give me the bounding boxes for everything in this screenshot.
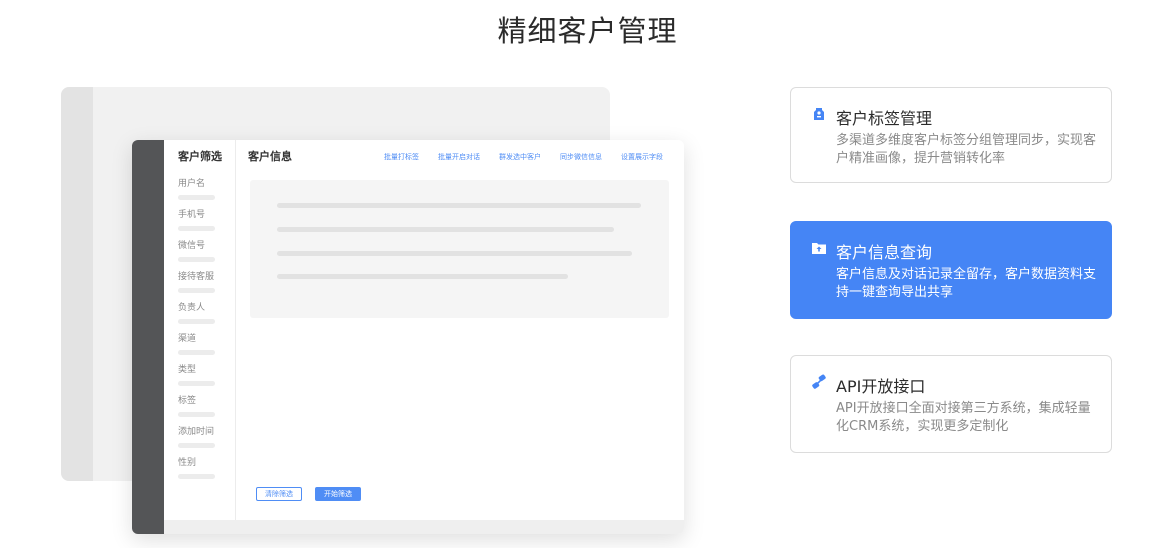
filter-label: 类型 (178, 365, 197, 375)
filter-item[interactable]: 用户名 (178, 178, 228, 209)
feature-card-tag-management[interactable]: 客户标签管理 多渠道多维度客户标签分组管理同步，实现客户精准画像，提升营销转化率 (790, 87, 1112, 183)
filter-item[interactable]: 负责人 (178, 302, 228, 333)
filter-item[interactable]: 渠道 (178, 333, 228, 364)
filter-item[interactable]: 性别 (178, 457, 228, 488)
card-title: 客户信息查询 (836, 243, 933, 262)
filter-input[interactable] (178, 412, 215, 417)
filter-input[interactable] (178, 226, 215, 231)
filter-input[interactable] (178, 288, 215, 293)
filter-input[interactable] (178, 350, 215, 355)
filter-item[interactable]: 标签 (178, 395, 228, 426)
filter-item[interactable]: 微信号 (178, 240, 228, 271)
feature-card-api[interactable]: API开放接口 API开放接口全面对接第三方系统，集成轻量化CRM系统，实现更多… (790, 355, 1112, 453)
window-footer-bar (164, 520, 684, 534)
filter-list: 用户名 手机号 微信号 接待客服 负责人 渠道 类型 标签 添加时间 性别 (178, 178, 228, 488)
tag-icon (814, 108, 824, 120)
filter-label: 手机号 (178, 210, 206, 220)
filter-item[interactable]: 添加时间 (178, 426, 228, 457)
folder-upload-icon (812, 243, 826, 254)
window-sidebar-strip (132, 140, 164, 534)
sync-wechat-link[interactable]: 同步微信信息 (560, 152, 602, 162)
card-title: API开放接口 (836, 377, 926, 396)
section-title: 精细客户管理 (497, 14, 678, 48)
page: 精细客户管理 客户筛选 用户名 手机号 微信号 接待客服 负责人 渠道 类型 标… (0, 0, 1163, 548)
clear-filter-button[interactable]: 清除筛选 (256, 487, 302, 501)
filter-label: 负责人 (178, 303, 206, 313)
customer-info-panel (250, 180, 669, 318)
display-fields-link[interactable]: 设置展示字段 (621, 152, 663, 162)
filter-label: 用户名 (178, 179, 206, 189)
mass-message-link[interactable]: 群发选中客户 (499, 152, 541, 162)
filter-input[interactable] (178, 195, 215, 200)
filter-input[interactable] (178, 474, 215, 479)
feature-card-info-query[interactable]: 客户信息查询 客户信息及对话记录全留存，客户数据资料支持一键查询导出共享 (790, 221, 1112, 319)
card-description: API开放接口全面对接第三方系统，集成轻量化CRM系统，实现更多定制化 (836, 401, 1091, 434)
start-filter-button[interactable]: 开始筛选 (315, 487, 361, 501)
placeholder-line (277, 274, 568, 279)
customer-window-mockup: 客户筛选 用户名 手机号 微信号 接待客服 负责人 渠道 类型 标签 添加时间 … (132, 140, 684, 534)
filter-label: 添加时间 (178, 427, 215, 437)
filter-panel-title: 客户筛选 (178, 150, 222, 163)
batch-tag-link[interactable]: 批量打标签 (384, 152, 419, 162)
placeholder-line (277, 227, 614, 232)
card-description: 客户信息及对话记录全留存，客户数据资料支持一键查询导出共享 (836, 267, 1097, 300)
placeholder-line (277, 203, 641, 208)
placeholder-line (277, 251, 632, 256)
filter-input[interactable] (178, 257, 215, 262)
filter-item[interactable]: 类型 (178, 364, 228, 395)
filter-item[interactable]: 接待客服 (178, 271, 228, 302)
filter-input[interactable] (178, 319, 215, 324)
card-title: 客户标签管理 (836, 109, 933, 128)
panel-divider (235, 140, 236, 520)
background-window-sidebar (61, 87, 93, 481)
filter-label: 性别 (178, 458, 197, 468)
link-icon (812, 374, 826, 389)
customer-info-title: 客户信息 (248, 150, 292, 163)
filter-label: 接待客服 (178, 272, 215, 282)
batch-open-chat-link[interactable]: 批量开启对话 (438, 152, 480, 162)
filter-label: 微信号 (178, 241, 206, 251)
card-description: 多渠道多维度客户标签分组管理同步，实现客户精准画像，提升营销转化率 (836, 133, 1097, 166)
filter-label: 标签 (178, 396, 197, 406)
filter-input[interactable] (178, 443, 215, 448)
filter-item[interactable]: 手机号 (178, 209, 228, 240)
filter-label: 渠道 (178, 334, 197, 344)
filter-input[interactable] (178, 381, 215, 386)
